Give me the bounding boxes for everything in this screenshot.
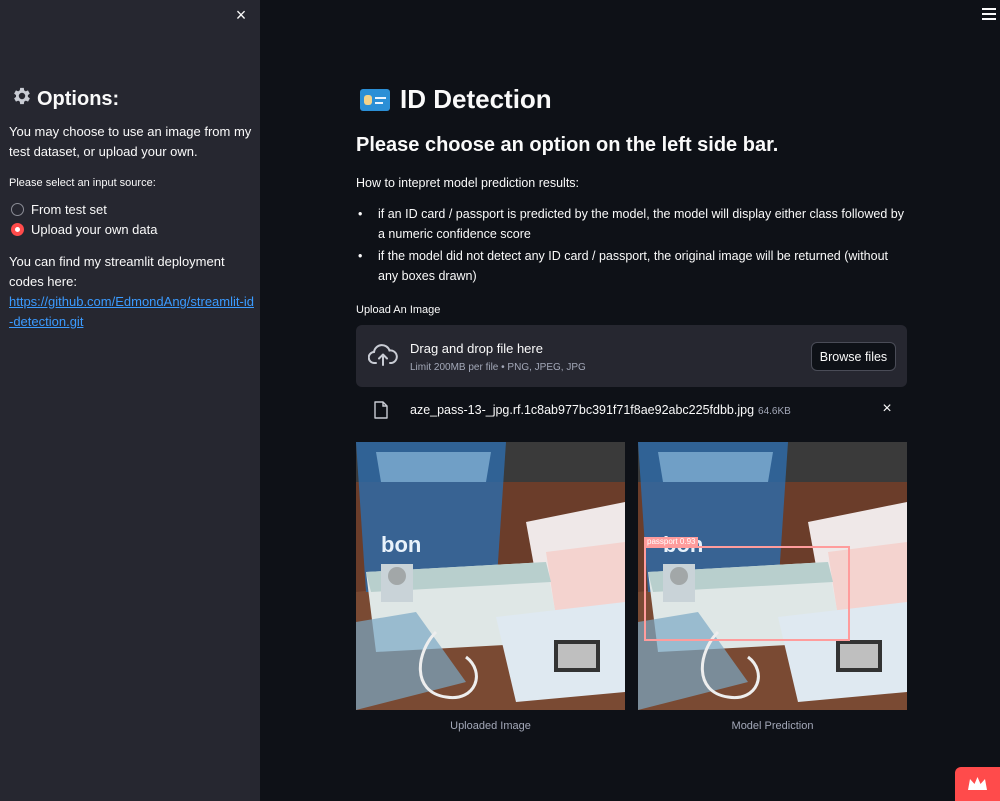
deployment-codes-text: You can find my streamlit deployment cod… [9, 254, 225, 289]
detection-label: passport 0.93 [644, 537, 699, 547]
github-link[interactable]: https://github.com/EdmondAng/streamlit-i… [9, 292, 254, 332]
file-dropzone[interactable]: Drag and drop file here Limit 200MB per … [356, 325, 907, 387]
instructions-list: if an ID card / passport is predicted by… [356, 204, 907, 288]
list-item: if an ID card / passport is predicted by… [356, 204, 907, 244]
page-title-text: ID Detection [400, 84, 552, 114]
radio-label: Upload your own data [31, 222, 158, 237]
uploaded-image: bon [356, 442, 625, 710]
file-name-text: aze_pass-13-_jpg.rf.1c8ab977bc391f71f8ae… [410, 403, 755, 417]
dropzone-limit: Limit 200MB per file • PNG, JPEG, JPG [410, 362, 586, 373]
file-icon [374, 401, 388, 419]
streamlit-badge[interactable] [955, 767, 1000, 801]
prediction-image-caption: Model Prediction [731, 720, 814, 732]
file-name: aze_pass-13-_jpg.rf.1c8ab977bc391f71f8ae… [410, 403, 791, 417]
upload-label: Upload An Image [356, 304, 441, 316]
prediction-image: bon passport 0.93 [638, 442, 907, 710]
instructions-intro: How to intepret model prediction results… [356, 176, 580, 190]
sidebar-title-text: Options: [37, 87, 120, 110]
radio-button[interactable] [11, 203, 24, 216]
radio-button-selected[interactable] [11, 223, 24, 236]
radio-label: From test set [31, 202, 107, 217]
sidebar-title: Options: [11, 85, 119, 113]
uploaded-image-caption: Uploaded Image [450, 720, 531, 732]
radio-upload-own-data[interactable]: Upload your own data [11, 222, 157, 237]
dropzone-title: Drag and drop file here [410, 341, 543, 356]
browse-files-button[interactable]: Browse files [811, 342, 896, 371]
id-card-icon [360, 88, 390, 111]
radio-from-test-set[interactable]: From test set [11, 202, 107, 217]
cloud-upload-icon [368, 344, 398, 366]
svg-text:bon: bon [381, 532, 421, 557]
close-sidebar-button[interactable]: × [231, 5, 251, 25]
uploaded-file-row: aze_pass-13-_jpg.rf.1c8ab977bc391f71f8ae… [356, 397, 907, 425]
input-source-label: Please select an input source: [9, 177, 156, 189]
file-size: 64.6KB [758, 406, 791, 417]
menu-icon[interactable] [982, 8, 996, 20]
page-title: ID Detection [360, 84, 552, 115]
remove-file-button[interactable]: × [879, 399, 895, 419]
gear-icon [11, 85, 33, 113]
crown-icon [968, 777, 987, 790]
detection-bounding-box [644, 546, 850, 641]
list-item: if the model did not detect any ID card … [356, 246, 907, 286]
sidebar-intro: You may choose to use an image from my t… [9, 124, 252, 159]
sidebar: × Options: You may choose to use an imag… [0, 0, 260, 801]
subheader: Please choose an option on the left side… [356, 134, 779, 156]
